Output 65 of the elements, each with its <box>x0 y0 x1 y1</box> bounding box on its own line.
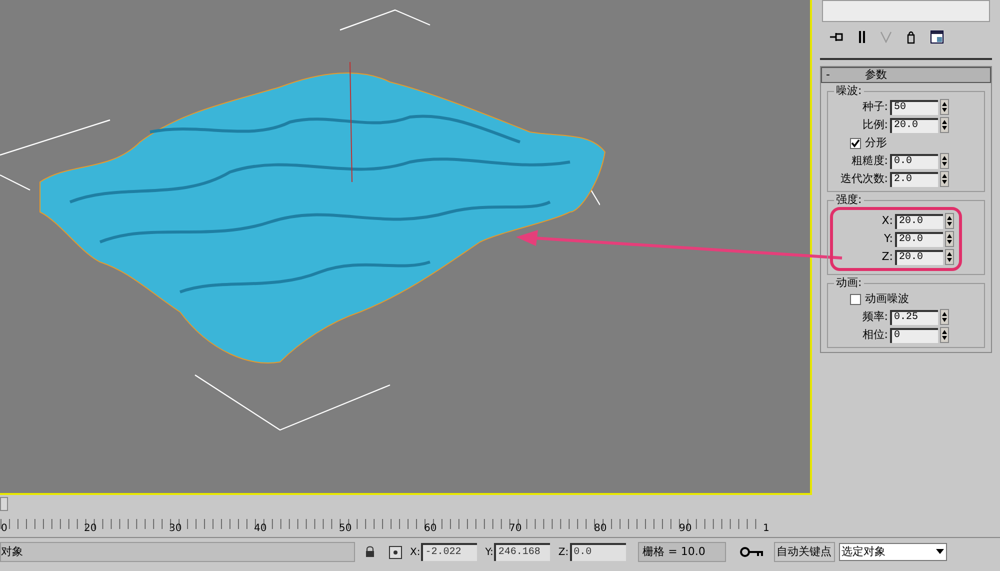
coordinate-label: X: <box>410 546 420 560</box>
input-field[interactable]: 20.0 <box>895 232 943 246</box>
window-icon[interactable] <box>930 30 944 44</box>
grid-readout: 栅格 = 10.0 <box>638 542 726 562</box>
field-label: 迭代次数: <box>839 170 888 187</box>
group-title: 动画: <box>834 276 864 290</box>
tick-label: 20 <box>84 523 97 535</box>
tick-label: 0 <box>1 523 8 535</box>
input-field[interactable]: 0.25 <box>890 310 938 324</box>
input-field[interactable]: 20.0 <box>895 250 943 264</box>
key-icon[interactable] <box>740 546 764 558</box>
field-label: X: <box>880 212 893 229</box>
target-icon[interactable] <box>389 546 402 558</box>
bar-icon[interactable] <box>858 30 866 44</box>
spinner-arrows[interactable] <box>940 117 949 133</box>
checkbox[interactable] <box>850 138 861 148</box>
coordinate-label: Z: <box>558 546 569 560</box>
group-title: 强度: <box>834 193 864 207</box>
input-field[interactable]: 20.0 <box>895 214 943 228</box>
spinner-arrows[interactable] <box>945 249 954 265</box>
input-field[interactable]: 20.0 <box>890 118 938 132</box>
input-field[interactable]: 2.0 <box>890 172 938 186</box>
field-label: 粗糙度: <box>850 152 888 169</box>
input-field[interactable]: 0 <box>890 328 938 342</box>
coordinate-field[interactable]: -2.022 <box>421 543 478 561</box>
field-label: 相位: <box>861 326 888 343</box>
tick-label: 1 <box>763 523 770 535</box>
caret-icon <box>936 549 944 555</box>
spinner-arrows[interactable] <box>940 153 949 169</box>
field-label: 比例: <box>861 116 888 133</box>
group-title: 噪波: <box>834 84 864 98</box>
coordinate-field[interactable]: 246.168 <box>494 543 550 561</box>
tick-label: 60 <box>424 523 437 535</box>
tick-label: 40 <box>254 523 267 535</box>
timeline[interactable]: 0 20 30 40 50 60 70 80 90 1 <box>0 495 1000 538</box>
coordinate-field[interactable]: 0.0 <box>570 543 626 561</box>
spinner-arrows[interactable] <box>940 99 949 115</box>
pin-icon[interactable] <box>830 31 844 43</box>
tick-label: 70 <box>509 523 522 535</box>
spinner-arrows[interactable] <box>945 231 954 247</box>
time-slider[interactable] <box>0 497 8 511</box>
spinner-arrows[interactable] <box>940 327 949 343</box>
checkbox[interactable] <box>850 294 861 304</box>
checkbox-label: 分形 <box>865 134 887 151</box>
coordinate-label: Y: <box>485 546 494 560</box>
spinner-arrows[interactable] <box>940 309 949 325</box>
arrow-icon <box>514 228 844 262</box>
tick-label: 30 <box>169 523 182 535</box>
field-label: Z: <box>880 248 893 265</box>
checkbox-label: 动画噪波 <box>865 290 909 307</box>
prompt-field: 对象 <box>0 542 355 562</box>
rollout-header[interactable]: - 参数 <box>821 67 991 83</box>
tick-label: 50 <box>339 523 352 535</box>
input-field[interactable]: 50 <box>890 100 938 114</box>
field-label: 种子: <box>861 98 888 115</box>
tick-label: 90 <box>679 523 692 535</box>
field-label: Y: <box>883 230 893 247</box>
lock-icon[interactable] <box>365 546 375 558</box>
selection-dropdown[interactable]: 选定对象 <box>838 543 947 561</box>
input-field[interactable]: 0.0 <box>890 154 938 168</box>
spinner-arrows[interactable] <box>940 171 949 187</box>
auto-key-button[interactable]: 自动关键点 <box>774 542 835 562</box>
spinner-arrows[interactable] <box>945 213 954 229</box>
field-label: 频率: <box>861 308 888 325</box>
tick-label: 80 <box>594 523 607 535</box>
